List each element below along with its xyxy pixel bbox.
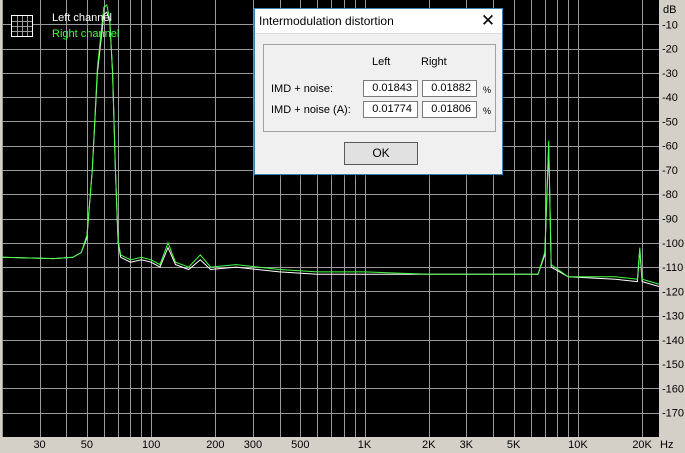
row-label-imd-noise: IMD + noise: — [271, 83, 334, 95]
x-tick-label: 30 — [33, 439, 45, 451]
x-tick-label: 50 — [81, 439, 93, 451]
y-tick-label: -40 — [662, 92, 678, 104]
x-tick-label: 5K — [507, 439, 521, 451]
x-tick-label: 200 — [206, 439, 224, 451]
unit-percent: % — [483, 85, 492, 95]
y-axis-unit: dB — [663, 4, 676, 16]
x-tick-label: 20K — [632, 439, 652, 451]
x-tick-label: 3K — [460, 439, 474, 451]
y-tick-label: -30 — [662, 68, 678, 80]
legend-left-channel: Left channel — [52, 12, 112, 24]
imd-dialog: Intermodulation distortion ✕ Left Right … — [254, 8, 503, 175]
y-tick-label: -20 — [662, 44, 678, 56]
x-tick-label: 300 — [244, 439, 262, 451]
y-tick-label: -100 — [662, 238, 684, 250]
unit-percent: % — [483, 106, 492, 116]
y-tick-label: -10 — [662, 19, 678, 31]
legend-grid-icon[interactable] — [11, 15, 33, 37]
y-tick-label: -110 — [662, 262, 683, 274]
y-tick-label: -60 — [662, 141, 678, 153]
y-tick-label: -90 — [662, 214, 678, 226]
x-tick-label: 500 — [291, 439, 309, 451]
y-tick-label: -50 — [662, 116, 678, 128]
y-tick-label: -170 — [662, 408, 684, 420]
x-axis-unit: Hz — [660, 439, 673, 451]
column-header-left: Left — [372, 56, 391, 68]
results-group: Left Right IMD + noise: 0.01843 0.01882 … — [263, 44, 496, 132]
imd-noise-a-left-value: 0.01774 — [363, 101, 418, 118]
column-header-right: Right — [421, 56, 447, 68]
imd-noise-right-value: 0.01882 — [422, 80, 477, 97]
ok-button[interactable]: OK — [344, 142, 418, 165]
y-tick-label: -70 — [662, 165, 678, 177]
x-tick-label: 100 — [142, 439, 160, 451]
x-tick-label: 1K — [358, 439, 372, 451]
y-tick-label: -160 — [662, 383, 684, 395]
close-icon[interactable]: ✕ — [477, 11, 499, 31]
dialog-title-bar[interactable]: Intermodulation distortion ✕ — [255, 9, 502, 34]
x-tick-label: 10K — [568, 439, 588, 451]
y-tick-label: -140 — [662, 335, 684, 347]
y-tick-label: -80 — [662, 189, 678, 201]
y-tick-label: -150 — [662, 359, 684, 371]
x-tick-label: 2K — [422, 439, 436, 451]
y-tick-label: -130 — [662, 311, 684, 323]
y-tick-label: -120 — [662, 286, 684, 298]
imd-noise-left-value: 0.01843 — [363, 80, 418, 97]
imd-noise-a-right-value: 0.01806 — [422, 101, 477, 118]
row-label-imd-noise-a: IMD + noise (A): — [271, 104, 351, 116]
legend-right-channel: Right channel — [52, 28, 120, 40]
dialog-title: Intermodulation distortion — [259, 14, 394, 28]
